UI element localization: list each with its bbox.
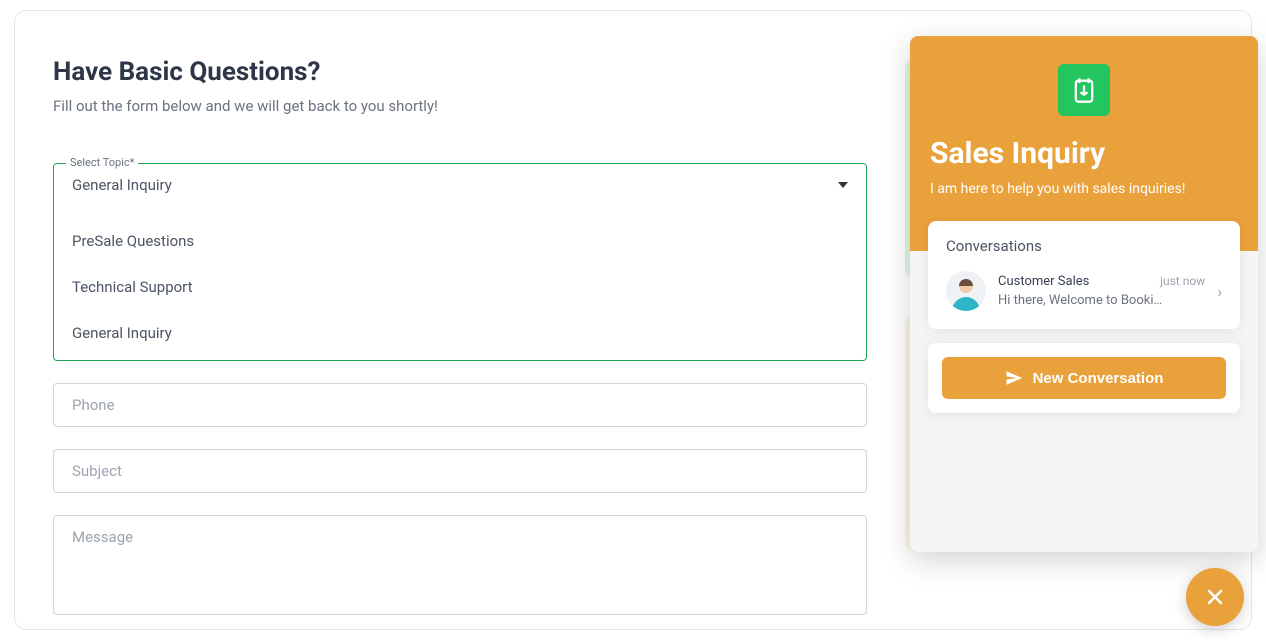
chat-body: Conversations Customer Sales just now Hi…: [910, 251, 1258, 552]
close-icon: [1203, 585, 1227, 609]
chevron-right-icon: ›: [1217, 282, 1222, 301]
form-title: Have Basic Questions?: [53, 57, 867, 87]
chat-title: Sales Inquiry: [930, 136, 1238, 171]
conversation-name: Customer Sales: [998, 274, 1089, 289]
chat-close-fab[interactable]: [1186, 568, 1244, 626]
topic-option[interactable]: Technical Support: [54, 264, 866, 310]
conversation-time: just now: [1160, 274, 1205, 288]
topic-select-legend: Select Topic*: [66, 156, 138, 169]
conversations-card: Conversations Customer Sales just now Hi…: [928, 221, 1240, 329]
topic-select-value: General Inquiry: [72, 176, 172, 194]
conversation-item[interactable]: Customer Sales just now Hi there, Welcom…: [946, 271, 1222, 311]
topic-option[interactable]: PreSale Questions: [54, 218, 866, 264]
form-column: Have Basic Questions? Fill out the form …: [53, 57, 867, 619]
conversation-text: Customer Sales just now Hi there, Welcom…: [998, 274, 1205, 308]
phone-field[interactable]: [53, 383, 867, 427]
conversations-heading: Conversations: [946, 237, 1222, 255]
subject-field[interactable]: [53, 449, 867, 493]
conversation-preview: Hi there, Welcome to Bookin…: [998, 293, 1168, 308]
chat-subtitle: I am here to help you with sales inquiri…: [930, 181, 1238, 197]
chat-logo-icon: [1058, 64, 1110, 116]
form-subtitle: Fill out the form below and we will get …: [53, 97, 867, 115]
message-field[interactable]: [53, 515, 867, 615]
send-icon: [1005, 369, 1023, 387]
chat-header: Sales Inquiry I am here to help you with…: [910, 36, 1258, 251]
topic-select-display[interactable]: General Inquiry: [54, 164, 866, 206]
topic-select-options: PreSale Questions Technical Support Gene…: [54, 206, 866, 360]
new-conversation-label: New Conversation: [1033, 370, 1164, 387]
topic-select[interactable]: Select Topic* General Inquiry PreSale Qu…: [53, 163, 867, 361]
topic-option[interactable]: General Inquiry: [54, 310, 866, 356]
new-conversation-button[interactable]: New Conversation: [942, 357, 1226, 399]
caret-down-icon: [838, 182, 848, 188]
avatar-icon: [946, 271, 986, 311]
chat-widget: Sales Inquiry I am here to help you with…: [910, 36, 1258, 552]
new-conversation-card: New Conversation: [928, 343, 1240, 413]
